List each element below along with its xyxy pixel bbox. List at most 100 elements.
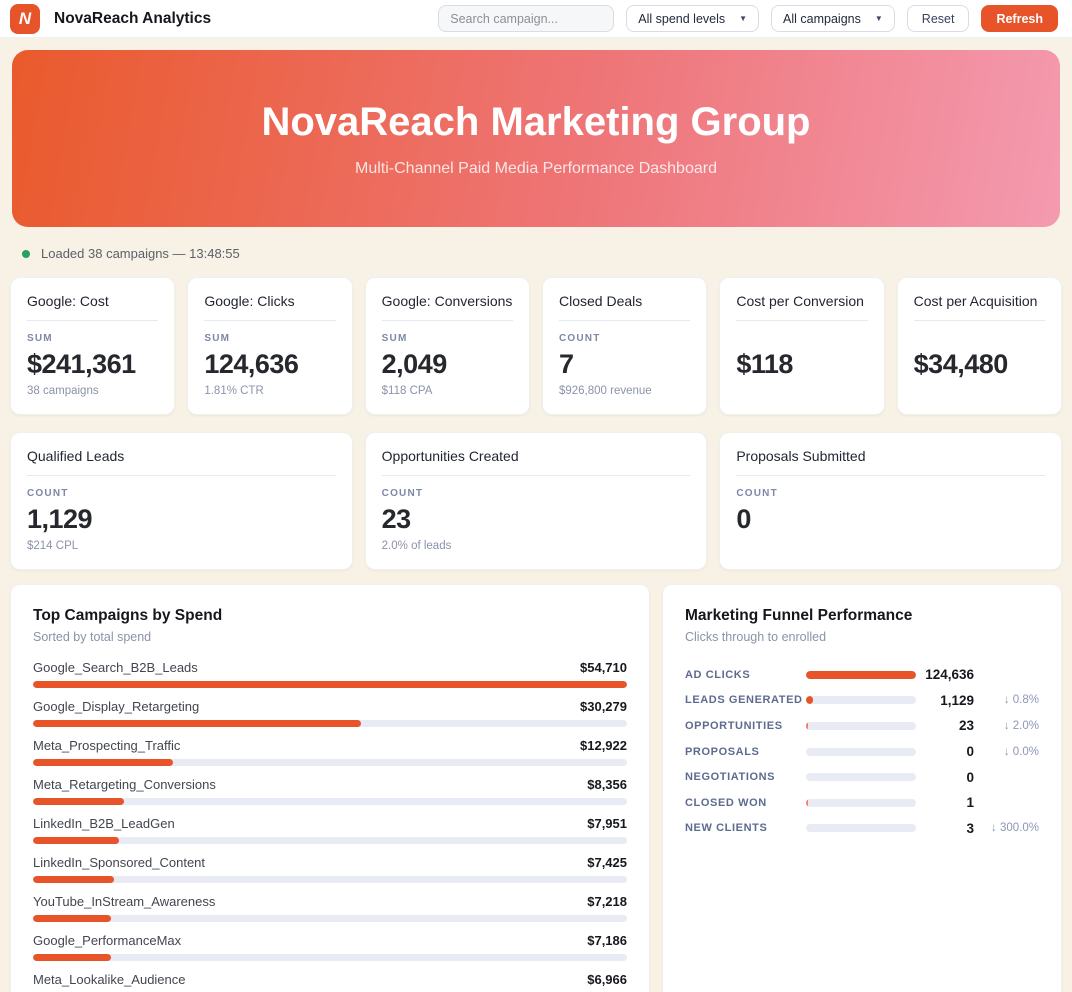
bottom-panels: Top Campaigns by Spend Sorted by total s… (0, 570, 1072, 992)
campaign-bar-fill (33, 837, 119, 844)
funnel-stage-label: LEADS GENERATED (685, 694, 806, 706)
campaign-bar-fill (33, 759, 173, 766)
kpi-card-value: $34,480 (914, 349, 1045, 380)
funnel-stage-label: OPPORTUNITIES (685, 720, 806, 732)
kpi-card-title: Proposals Submitted (736, 448, 1045, 464)
campaign-line: Google_PerformanceMax $7,186 (33, 933, 627, 948)
campaign-row: Meta_Lookalike_Audience $6,966 (33, 972, 627, 992)
campaign-bar-track (33, 915, 627, 922)
campaign-bar-track (33, 954, 627, 961)
funnel-stage-label: PROPOSALS (685, 746, 806, 758)
campaign-name: Google_Search_B2B_Leads (33, 660, 198, 675)
spend-level-filter[interactable]: All spend levels ▼ (626, 5, 759, 32)
divider (382, 475, 691, 476)
reset-button[interactable]: Reset (907, 5, 970, 32)
campaign-filter[interactable]: All campaigns ▼ (771, 5, 895, 32)
campaign-row: LinkedIn_B2B_LeadGen $7,951 (33, 816, 627, 844)
panel-title: Top Campaigns by Spend (33, 607, 627, 625)
kpi-card-value: 0 (736, 504, 1045, 535)
funnel-stage-row: NEW CLIENTS 3 ↓ 300.0% (685, 816, 1039, 842)
funnel-bar-track (806, 773, 916, 781)
hero-banner: NovaReach Marketing Group Multi-Channel … (12, 50, 1060, 227)
funnel-bar-track (806, 748, 916, 756)
campaign-bar-fill (33, 720, 361, 727)
funnel-bar-fill (806, 722, 808, 730)
campaign-bar-track (33, 720, 627, 727)
kpi-card-closed-deals: Closed Deals COUNT 7 $926,800 revenue (542, 277, 707, 415)
campaign-name: LinkedIn_Sponsored_Content (33, 855, 205, 870)
hero-title: NovaReach Marketing Group (261, 100, 810, 145)
campaign-name: Meta_Retargeting_Conversions (33, 777, 216, 792)
funnel-stage-row: LEADS GENERATED 1,129 ↓ 0.8% (685, 688, 1039, 714)
top-campaigns-panel: Top Campaigns by Spend Sorted by total s… (10, 584, 650, 992)
funnel-stage-label: NEGOTIATIONS (685, 771, 806, 783)
kpi-card-label: SUM (27, 333, 158, 345)
campaign-name: YouTube_InStream_Awareness (33, 894, 215, 909)
funnel-stage-row: NEGOTIATIONS 0 (685, 764, 1039, 790)
campaign-row: Google_Display_Retargeting $30,279 (33, 699, 627, 727)
kpi-card-value: 7 (559, 349, 690, 380)
divider (559, 320, 690, 321)
campaign-spend-value: $7,425 (587, 855, 627, 870)
campaign-row: Google_Search_B2B_Leads $54,710 (33, 660, 627, 688)
campaign-row: LinkedIn_Sponsored_Content $7,425 (33, 855, 627, 883)
funnel-stage-delta: ↓ 0.0% (974, 746, 1039, 758)
campaign-spend-value: $7,218 (587, 894, 627, 909)
funnel-bar-fill (806, 696, 813, 704)
funnel-stage-value: 0 (916, 744, 974, 759)
campaign-spend-value: $7,186 (587, 933, 627, 948)
funnel-stage-delta: ↓ 2.0% (974, 720, 1039, 732)
funnel-bar-track (806, 799, 916, 807)
chevron-down-icon: ▼ (875, 15, 883, 23)
campaign-line: YouTube_InStream_Awareness $7,218 (33, 894, 627, 909)
campaign-bar-fill (33, 798, 124, 805)
campaign-bar-fill (33, 954, 111, 961)
funnel-stage-delta: ↓ 0.8% (974, 694, 1039, 706)
kpi-card-opportunities-created: Opportunities Created COUNT 23 2.0% of l… (365, 432, 708, 570)
campaign-spend-value: $7,951 (587, 816, 627, 831)
funnel-bar-fill (806, 799, 808, 807)
campaign-spend-value: $8,356 (587, 777, 627, 792)
campaign-name: LinkedIn_B2B_LeadGen (33, 816, 175, 831)
campaign-filter-value: All campaigns (783, 12, 861, 26)
logo-letter: N (19, 9, 31, 29)
campaign-name: Google_Display_Retargeting (33, 699, 199, 714)
kpi-card-note (736, 385, 867, 399)
campaign-bar-fill (33, 681, 627, 688)
kpi-card-label: COUNT (382, 488, 691, 500)
campaign-bar-track (33, 798, 627, 805)
kpi-card-value: 2,049 (382, 349, 513, 380)
kpi-card-title: Google: Cost (27, 293, 158, 309)
kpi-card-label: SUM (204, 333, 335, 345)
campaign-spend-value: $12,922 (580, 738, 627, 753)
funnel-stage-row: PROPOSALS 0 ↓ 0.0% (685, 739, 1039, 765)
kpi-card-label (914, 333, 1045, 345)
campaign-name: Google_PerformanceMax (33, 933, 181, 948)
status-text: Loaded 38 campaigns — 13:48:55 (41, 246, 240, 261)
campaign-line: Google_Search_B2B_Leads $54,710 (33, 660, 627, 675)
campaign-bar-track (33, 876, 627, 883)
campaign-line: Meta_Retargeting_Conversions $8,356 (33, 777, 627, 792)
chevron-down-icon: ▼ (739, 15, 747, 23)
campaign-bar-track (33, 837, 627, 844)
kpi-card-cost-per-acquisition: Cost per Acquisition $34,480 (897, 277, 1062, 415)
funnel-stage-label: AD CLICKS (685, 669, 806, 681)
kpi-card-value: 1,129 (27, 504, 336, 535)
panel-title: Marketing Funnel Performance (685, 607, 1039, 625)
kpi-card-label: SUM (382, 333, 513, 345)
kpi-card-note: 2.0% of leads (382, 540, 691, 554)
campaign-bar-track (33, 759, 627, 766)
search-input[interactable] (438, 5, 614, 32)
campaign-row: YouTube_InStream_Awareness $7,218 (33, 894, 627, 922)
kpi-row-2: Qualified Leads COUNT 1,129 $214 CPL Opp… (0, 427, 1072, 570)
campaign-row: Google_PerformanceMax $7,186 (33, 933, 627, 961)
kpi-card-note: $214 CPL (27, 540, 336, 554)
campaign-bar-fill (33, 915, 111, 922)
kpi-card-title: Cost per Acquisition (914, 293, 1045, 309)
refresh-button[interactable]: Refresh (981, 5, 1058, 32)
campaign-line: Meta_Lookalike_Audience $6,966 (33, 972, 627, 987)
campaign-spend-value: $6,966 (587, 972, 627, 987)
kpi-card-google-cost: Google: Cost SUM $241,361 38 campaigns (10, 277, 175, 415)
kpi-card-title: Closed Deals (559, 293, 690, 309)
kpi-card-label: COUNT (736, 488, 1045, 500)
